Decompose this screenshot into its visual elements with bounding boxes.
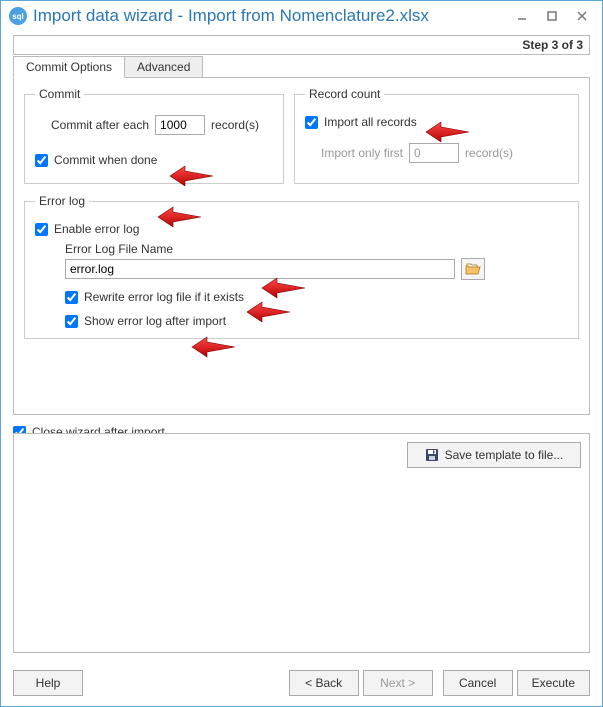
button-bar: Help < Back Next > Cancel Execute [13,670,590,696]
close-button[interactable] [574,8,590,24]
step-label: Step 3 of 3 [522,38,583,52]
help-button[interactable]: Help [13,670,83,696]
import-all-records-label: Import all records [324,115,417,129]
browse-button[interactable] [461,258,485,280]
tab-commit-options[interactable]: Commit Options [13,56,125,78]
error-log-file-label: Error Log File Name [65,242,568,256]
commit-when-done-label: Commit when done [54,153,157,167]
minimize-button[interactable] [514,8,530,24]
folder-open-icon [465,262,481,276]
save-template-button[interactable]: Save template to file... [407,442,581,468]
import-only-first-suffix: record(s) [465,146,513,160]
import-only-first-label: Import only first [321,146,403,160]
rewrite-error-log-label: Rewrite error log file if it exists [84,290,244,304]
error-log-group: Error log Enable error log Error Log Fil… [24,194,579,339]
commit-records-suffix: record(s) [211,118,259,132]
commit-after-each-label: Commit after each [51,118,149,132]
window-title: Import data wizard - Import from Nomencl… [33,6,514,26]
floppy-icon [425,448,439,462]
execute-button[interactable]: Execute [517,670,590,696]
save-template-label: Save template to file... [445,448,564,462]
step-indicator: Step 3 of 3 [13,35,590,55]
next-button: Next > [363,670,433,696]
maximize-button[interactable] [544,8,560,24]
title-bar: sql Import data wizard - Import from Nom… [1,1,602,31]
enable-error-log-checkbox[interactable] [35,223,48,236]
commit-legend: Commit [35,87,84,101]
rewrite-error-log-checkbox[interactable] [65,291,78,304]
commit-group: Commit Commit after each record(s) Commi… [24,87,284,184]
show-error-log-checkbox[interactable] [65,315,78,328]
tab-advanced[interactable]: Advanced [124,56,203,77]
svg-text:sql: sql [12,12,24,21]
commit-when-done-checkbox[interactable] [35,154,48,167]
app-icon: sql [9,7,27,25]
error-log-file-input[interactable] [65,259,455,279]
cancel-button[interactable]: Cancel [443,670,513,696]
error-log-legend: Error log [35,194,89,208]
record-count-group: Record count Import all records Import o… [294,87,579,184]
commit-after-each-input[interactable] [155,115,205,135]
template-panel: Save template to file... [13,433,590,653]
record-count-legend: Record count [305,87,384,101]
tab-row: Commit Options Advanced [13,56,590,78]
import-all-records-checkbox[interactable] [305,116,318,129]
tab-panel: Commit Commit after each record(s) Commi… [13,77,590,415]
back-button[interactable]: < Back [289,670,359,696]
enable-error-log-label: Enable error log [54,222,139,236]
show-error-log-label: Show error log after import [84,314,226,328]
window-controls [514,8,590,24]
import-only-first-input [409,143,459,163]
